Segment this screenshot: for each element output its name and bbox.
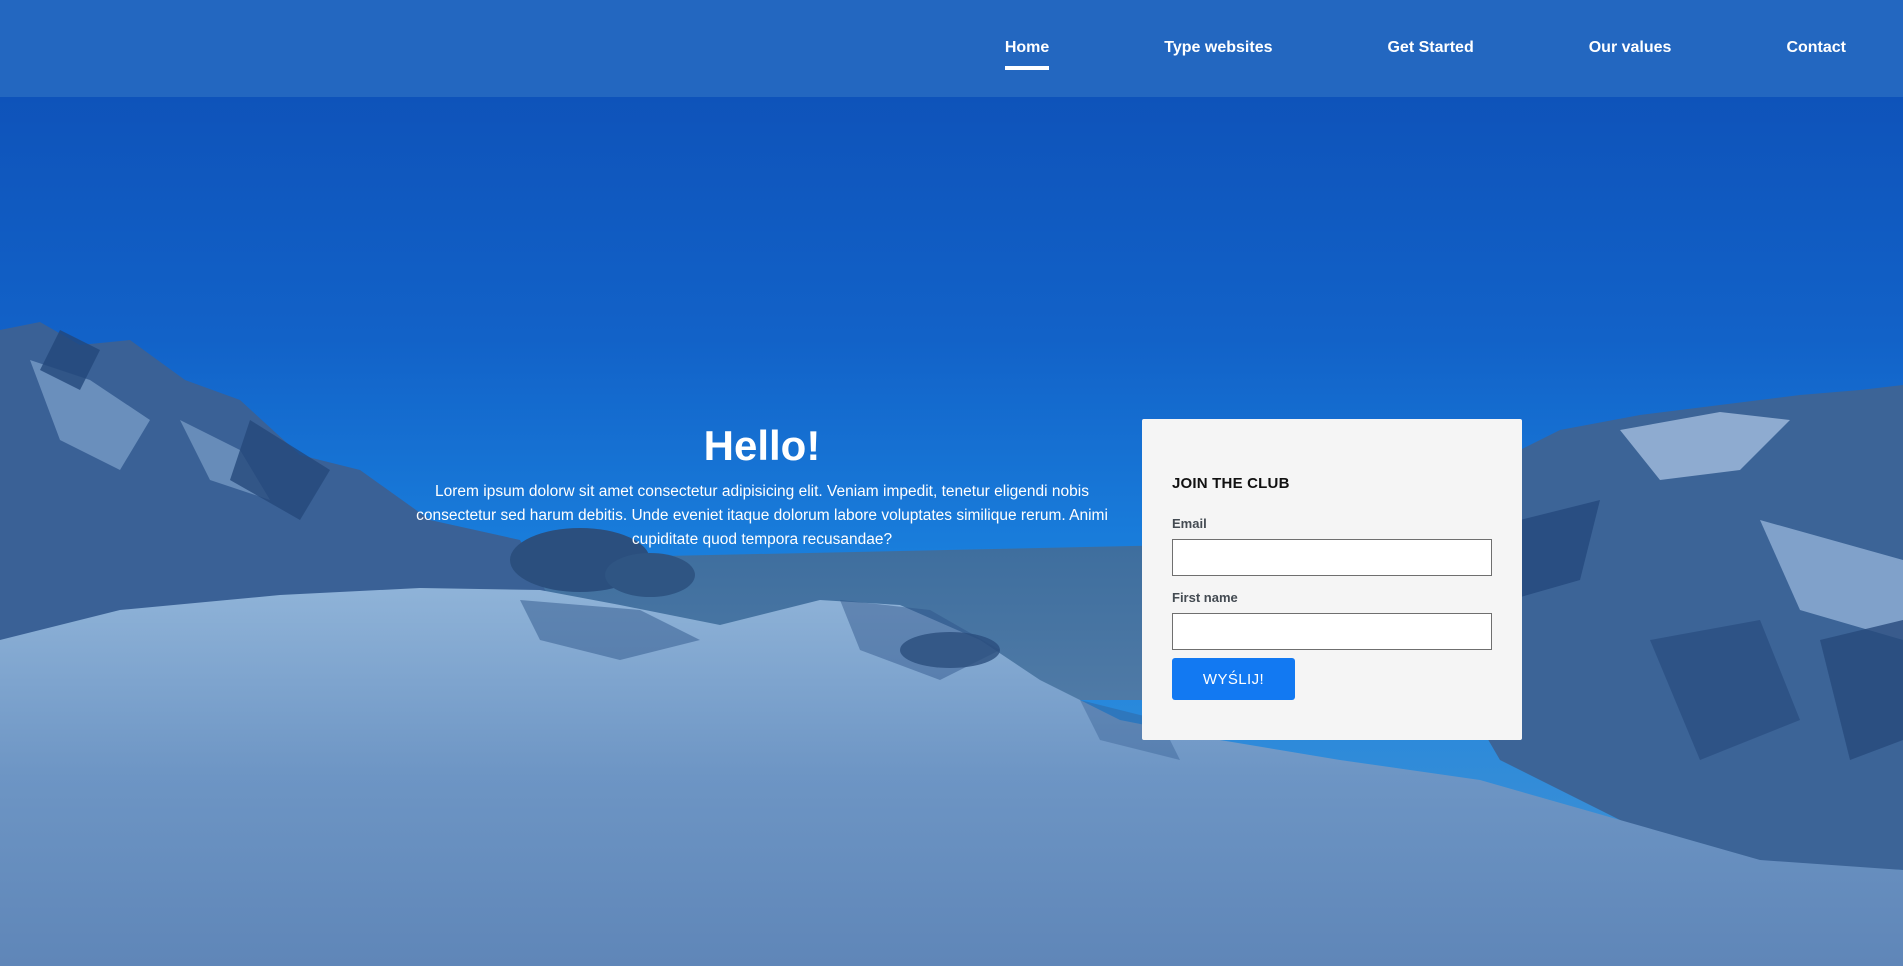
email-field[interactable] (1172, 539, 1492, 576)
nav-menu: Home Type websites Get Started Our value… (1004, 0, 1846, 97)
hero-section: Hello! Lorem ipsum dolorw sit amet conse… (400, 418, 1124, 552)
join-club-form: JOIN THE CLUB Email First name WYŚLIJ! (1142, 419, 1522, 740)
nav-item-home[interactable]: Home (1004, 0, 1050, 97)
form-title: JOIN THE CLUB (1172, 475, 1290, 492)
nav-item-contact[interactable]: Contact (1786, 0, 1846, 97)
nav-link-home[interactable]: Home (1004, 39, 1050, 70)
first-name-label: First name (1172, 590, 1238, 605)
nav-item-type-websites[interactable]: Type websites (1164, 0, 1272, 97)
nav-link-type-websites[interactable]: Type websites (1164, 39, 1272, 57)
hero-title: Hello! (703, 422, 821, 469)
email-label: Email (1172, 516, 1207, 531)
nav-item-get-started[interactable]: Get Started (1387, 0, 1473, 97)
first-name-field[interactable] (1172, 613, 1492, 650)
hero-description: Lorem ipsum dolorw sit amet consectetur … (416, 483, 1108, 548)
landing-page: Home Type websites Get Started Our value… (0, 0, 1903, 966)
nav-link-contact[interactable]: Contact (1786, 39, 1846, 57)
nav-link-get-started[interactable]: Get Started (1387, 39, 1473, 57)
submit-button[interactable]: WYŚLIJ! (1172, 658, 1295, 700)
nav-item-our-values[interactable]: Our values (1589, 0, 1672, 97)
nav-link-our-values[interactable]: Our values (1589, 39, 1672, 57)
top-navbar: Home Type websites Get Started Our value… (0, 0, 1903, 97)
